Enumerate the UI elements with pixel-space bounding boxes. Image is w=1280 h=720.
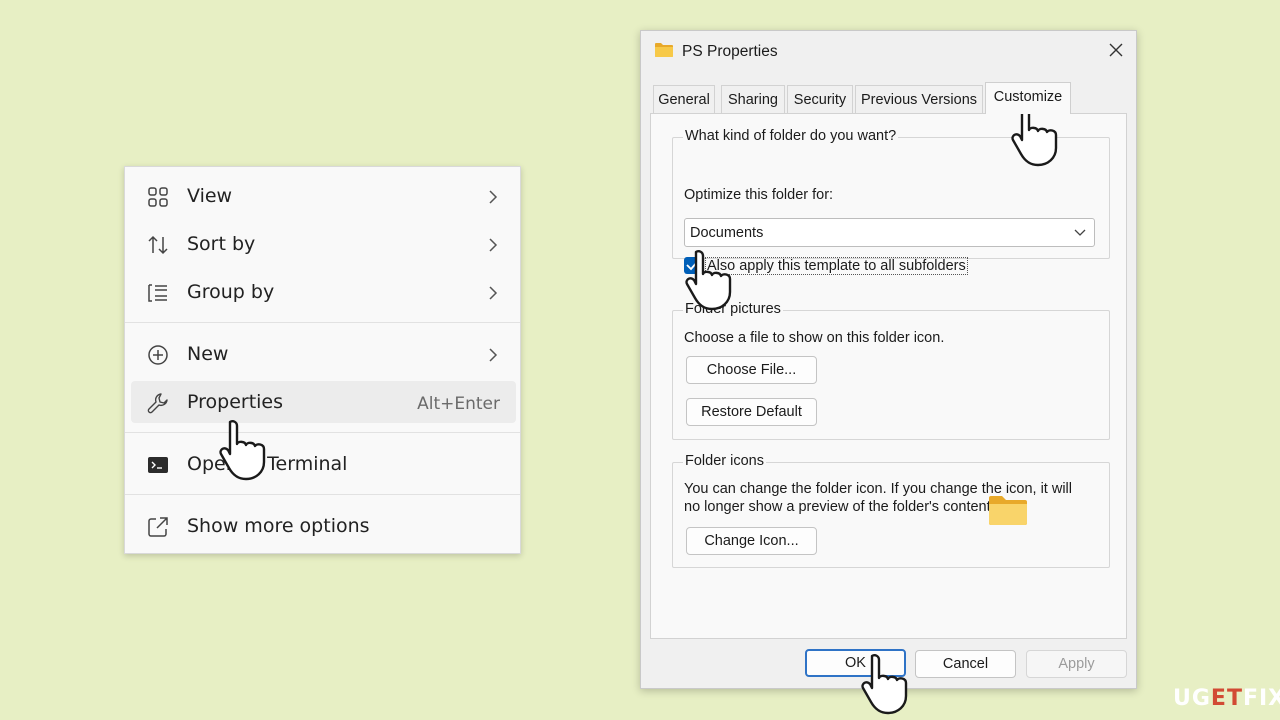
menu-item-new[interactable]: New <box>131 333 516 375</box>
apply-subfolders-label[interactable]: Also apply this template to all subfolde… <box>705 257 968 275</box>
ok-button[interactable]: OK <box>805 649 906 677</box>
sort-icon <box>148 235 168 255</box>
choose-file-button[interactable]: Choose File... <box>686 356 817 384</box>
menu-separator <box>125 432 520 433</box>
menu-item-show-more-options[interactable]: Show more options <box>131 505 516 547</box>
tab-customize[interactable]: Customize <box>985 82 1071 114</box>
menu-item-label: Sort by <box>187 233 256 255</box>
grid-icon <box>148 187 168 207</box>
tab-previous-versions[interactable]: Previous Versions <box>855 85 983 114</box>
chevron-right-icon <box>489 286 498 300</box>
menu-separator <box>125 322 520 323</box>
folder-icons-description-line2: no longer show a preview of the folder's… <box>684 499 1002 515</box>
terminal-icon <box>148 457 168 473</box>
tab-general[interactable]: General <box>653 85 715 114</box>
menu-separator <box>125 494 520 495</box>
tab-security[interactable]: Security <box>787 85 853 114</box>
menu-item-label: View <box>187 185 233 207</box>
group-title: What kind of folder do you want? <box>683 128 899 144</box>
change-icon-button[interactable]: Change Icon... <box>686 527 817 555</box>
menu-item-label: Open in Terminal <box>187 453 348 475</box>
optimize-select[interactable]: Documents <box>684 218 1095 247</box>
group-title: Folder pictures <box>683 301 783 317</box>
folder-icon <box>655 43 673 57</box>
menu-item-shortcut: Alt+Enter <box>417 394 500 414</box>
customize-panel: What kind of folder do you want? Optimiz… <box>650 113 1127 639</box>
dialog-title: PS Properties <box>682 43 778 60</box>
tab-sharing[interactable]: Sharing <box>721 85 785 114</box>
watermark-logo: UGETFIX <box>1173 686 1280 711</box>
chevron-right-icon <box>489 190 498 204</box>
optimize-label: Optimize this folder for: <box>684 187 834 203</box>
restore-default-button[interactable]: Restore Default <box>686 398 817 426</box>
chevron-right-icon <box>489 348 498 362</box>
apply-subfolders-checkbox[interactable] <box>684 257 701 274</box>
menu-item-open-in-terminal[interactable]: Open in Terminal <box>131 443 516 485</box>
context-menu: View Sort by Group by New Properties Alt… <box>124 166 521 554</box>
menu-item-label: New <box>187 343 229 365</box>
menu-item-properties[interactable]: Properties Alt+Enter <box>131 381 516 423</box>
properties-dialog: PS Properties General Sharing Security P… <box>640 30 1137 689</box>
menu-item-group-by[interactable]: Group by <box>131 271 516 313</box>
close-icon[interactable] <box>1108 42 1124 58</box>
group-list-icon <box>148 284 167 302</box>
menu-item-view[interactable]: View <box>131 175 516 217</box>
share-box-icon <box>148 517 168 537</box>
plus-circle-icon <box>148 345 168 365</box>
wrench-icon <box>147 393 168 414</box>
folder-preview-icon <box>989 496 1027 525</box>
menu-item-label: Group by <box>187 281 275 303</box>
optimize-select-value: Documents <box>690 225 764 241</box>
apply-button[interactable]: Apply <box>1026 650 1127 678</box>
menu-item-sort-by[interactable]: Sort by <box>131 223 516 265</box>
chevron-down-icon <box>1074 229 1086 236</box>
checkmark-icon <box>686 260 699 271</box>
folder-pictures-description: Choose a file to show on this folder ico… <box>684 330 945 346</box>
chevron-right-icon <box>489 238 498 252</box>
cancel-button[interactable]: Cancel <box>915 650 1016 678</box>
group-title: Folder icons <box>683 453 766 469</box>
menu-item-label: Show more options <box>187 515 370 537</box>
menu-item-label: Properties <box>187 391 284 413</box>
